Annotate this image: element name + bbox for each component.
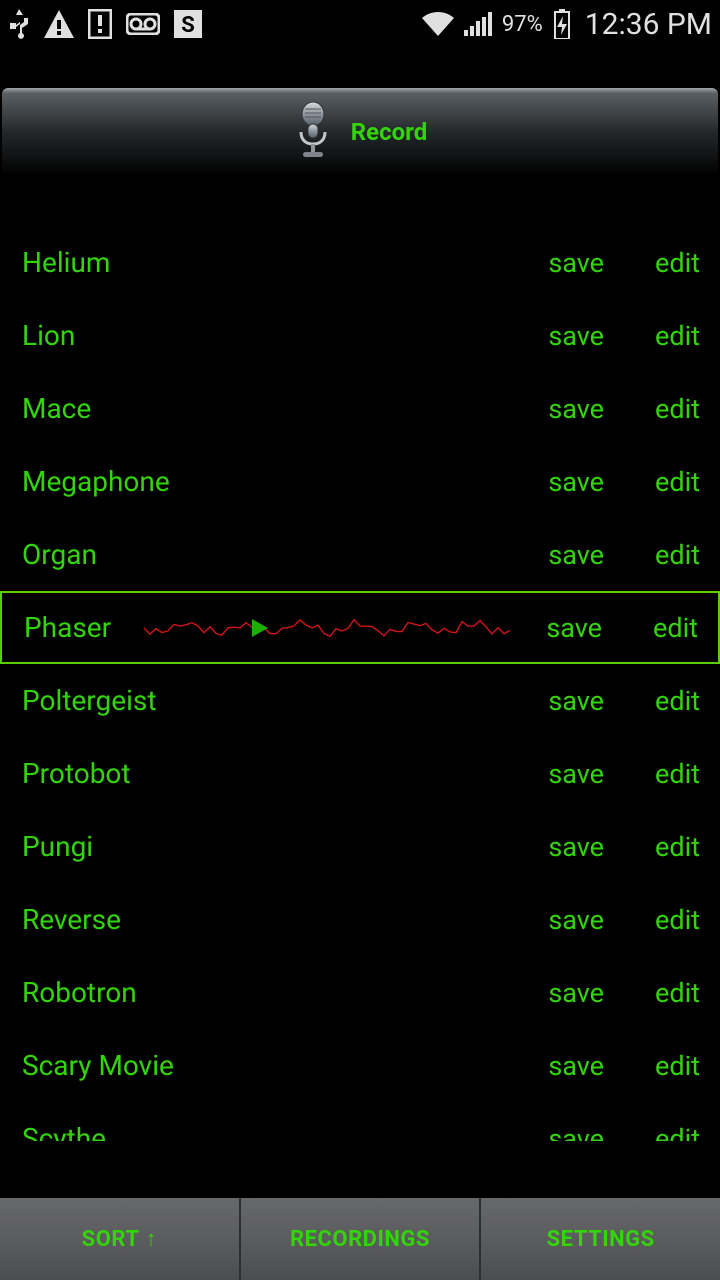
save-button[interactable]: save — [548, 685, 604, 717]
arrow-up-icon: ↑ — [145, 1226, 157, 1252]
effect-row[interactable]: Pungisave edit — [0, 810, 720, 883]
effect-name: Protobot — [22, 757, 548, 790]
save-button[interactable]: save — [548, 393, 604, 425]
edit-button[interactable]: edit — [642, 1123, 700, 1142]
effect-row[interactable]: Organsave edit — [0, 518, 720, 591]
edit-button[interactable]: edit — [642, 320, 700, 352]
usb-icon — [8, 9, 30, 39]
effect-row[interactable]: Lionsave edit — [0, 299, 720, 372]
signal-icon — [464, 12, 492, 36]
effect-row[interactable]: Scythesave edit — [0, 1102, 720, 1141]
effect-row[interactable]: Phaser save edit — [0, 591, 720, 664]
effect-name: Phaser — [24, 611, 134, 644]
edit-button[interactable]: edit — [642, 977, 700, 1009]
nav-settings-label: SETTINGS — [547, 1227, 655, 1252]
edit-button[interactable]: edit — [642, 685, 700, 717]
app-s-icon: S — [174, 10, 202, 38]
waveform-icon — [144, 613, 514, 643]
nav-recordings[interactable]: RECORDINGS — [241, 1198, 480, 1280]
effect-name: Poltergeist — [22, 684, 548, 717]
save-button[interactable]: save — [546, 612, 602, 644]
nav-recordings-label: RECORDINGS — [290, 1227, 430, 1252]
status-bar: S 97% 12:36 PM — [0, 0, 720, 48]
effect-row[interactable]: Megaphonesave edit — [0, 445, 720, 518]
battery-percent: 97% — [502, 12, 543, 37]
bottom-nav: SORT ↑ RECORDINGS SETTINGS — [0, 1198, 720, 1280]
effect-row[interactable]: Robotronsave edit — [0, 956, 720, 1029]
save-button[interactable]: save — [548, 758, 604, 790]
nav-sort-label: SORT — [82, 1227, 140, 1252]
record-label: Record — [351, 118, 427, 146]
sim-alert-icon — [88, 9, 112, 39]
nav-settings[interactable]: SETTINGS — [481, 1198, 720, 1280]
save-button[interactable]: save — [548, 466, 604, 498]
microphone-icon — [293, 102, 333, 162]
save-button[interactable]: save — [548, 1123, 604, 1142]
edit-button[interactable]: edit — [640, 612, 698, 644]
voicemail-icon — [126, 13, 160, 35]
effect-row[interactable]: Macesave edit — [0, 372, 720, 445]
edit-button[interactable]: edit — [642, 831, 700, 863]
effect-name: Pungi — [22, 830, 548, 863]
edit-button[interactable]: edit — [642, 904, 700, 936]
warning-icon — [44, 10, 74, 38]
effect-row[interactable]: Reversesave edit — [0, 883, 720, 956]
edit-button[interactable]: edit — [642, 393, 700, 425]
save-button[interactable]: save — [548, 1050, 604, 1082]
effect-row[interactable]: Heliumsave edit — [0, 226, 720, 299]
effect-name: Robotron — [22, 976, 548, 1009]
record-button[interactable]: Record — [2, 88, 718, 176]
effect-name: Scythe — [22, 1122, 548, 1141]
svg-text:S: S — [181, 13, 195, 38]
save-button[interactable]: save — [548, 320, 604, 352]
nav-sort[interactable]: SORT ↑ — [0, 1198, 239, 1280]
clock-time: 12:36 PM — [585, 7, 712, 42]
save-button[interactable]: save — [548, 247, 604, 279]
edit-button[interactable]: edit — [642, 247, 700, 279]
save-button[interactable]: save — [548, 539, 604, 571]
battery-charging-icon — [553, 9, 571, 39]
effect-name: Reverse — [22, 903, 548, 936]
save-button[interactable]: save — [548, 977, 604, 1009]
effect-row[interactable]: Scary Moviesave edit — [0, 1029, 720, 1102]
edit-button[interactable]: edit — [642, 466, 700, 498]
effect-name: Megaphone — [22, 465, 548, 498]
effect-name: Scary Movie — [22, 1049, 548, 1082]
effect-row[interactable]: Poltergeistsave edit — [0, 664, 720, 737]
effect-name: Lion — [22, 319, 548, 352]
save-button[interactable]: save — [548, 831, 604, 863]
edit-button[interactable]: edit — [642, 758, 700, 790]
effect-list: HeliumsaveeditLionsaveeditMacesaveeditMe… — [0, 226, 720, 1141]
effect-name: Helium — [22, 246, 548, 279]
save-button[interactable]: save — [548, 904, 604, 936]
effect-name: Organ — [22, 538, 548, 571]
edit-button[interactable]: edit — [642, 1050, 700, 1082]
edit-button[interactable]: edit — [642, 539, 700, 571]
effect-row[interactable]: Protobotsave edit — [0, 737, 720, 810]
effect-name: Mace — [22, 392, 548, 425]
wifi-icon — [422, 12, 454, 36]
